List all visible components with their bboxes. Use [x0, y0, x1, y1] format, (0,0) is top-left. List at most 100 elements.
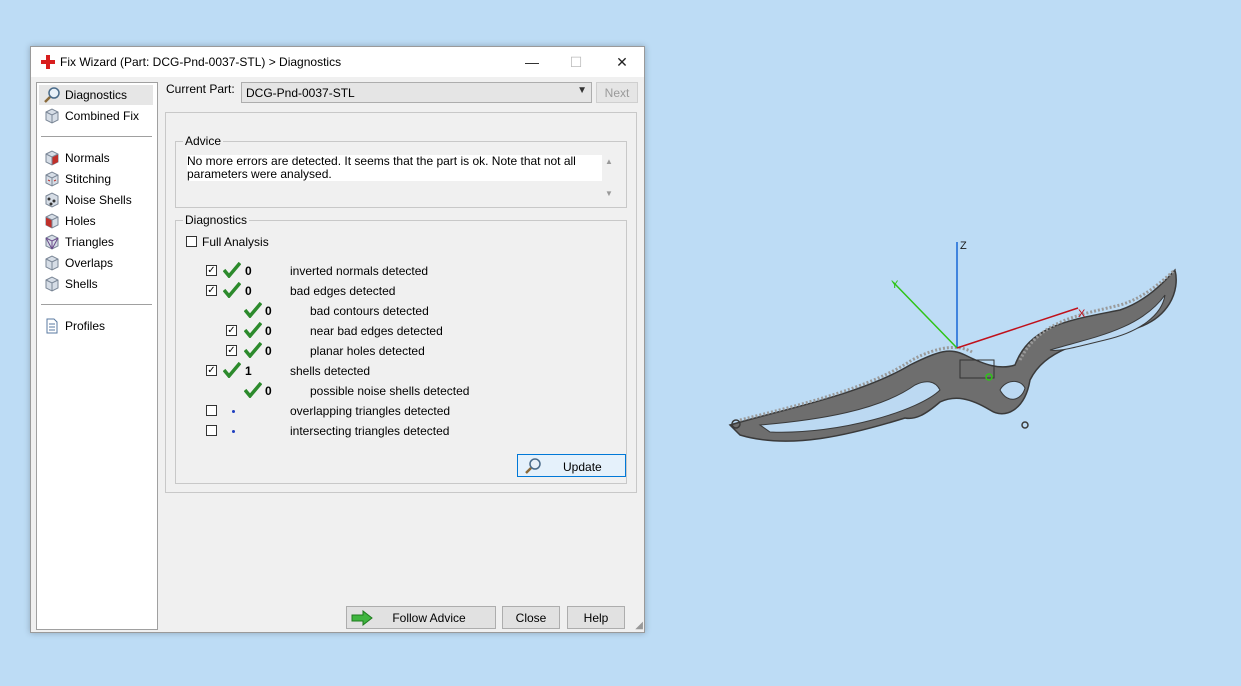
pending-dot-icon [232, 410, 235, 413]
x-axis-label: X [1078, 308, 1086, 320]
sidebar-item-label: Triangles [65, 235, 114, 249]
sidebar-divider [41, 304, 152, 305]
pending-dot-icon [232, 430, 235, 433]
scroll-up-icon[interactable]: ▲ [605, 157, 613, 166]
close-window-button[interactable]: ✕ [599, 47, 645, 77]
overlapping-triangles-checkbox[interactable] [206, 405, 217, 416]
inverted-normals-count: 0 [245, 264, 252, 278]
inverted-normals-label: inverted normals detected [290, 264, 429, 278]
bad-contours-label: bad contours detected [310, 304, 429, 318]
minimize-button[interactable]: — [509, 47, 555, 77]
noise-shells-count: 0 [265, 384, 272, 398]
bad-edges-checkbox[interactable]: ✓ [206, 285, 217, 296]
green-check-icon [223, 362, 241, 378]
window-title: Fix Wizard (Part: DCG-Pnd-0037-STL) > Di… [60, 55, 342, 69]
stitching-cube-icon [45, 171, 59, 187]
triangles-cube-icon [45, 234, 59, 250]
sidebar-item-label: Holes [65, 214, 96, 228]
follow-advice-button[interactable]: Follow Advice [346, 606, 496, 629]
sidebar-item-profiles[interactable]: Profiles [39, 316, 153, 336]
full-analysis-checkbox[interactable] [186, 236, 197, 247]
fix-wizard-window: Fix Wizard (Part: DCG-Pnd-0037-STL) > Di… [30, 46, 645, 633]
sidebar-item-noise-shells[interactable]: Noise Shells [39, 190, 153, 210]
next-button[interactable]: Next [596, 82, 638, 103]
bad-edges-count: 0 [245, 284, 252, 298]
sidebar-item-label: Stitching [65, 172, 112, 186]
planar-holes-label: planar holes detected [310, 344, 425, 358]
intersecting-triangles-label: intersecting triangles detected [290, 424, 450, 438]
diagnostics-panel: Advice No more errors are detected. It s… [165, 112, 637, 493]
advice-title: Advice [183, 134, 224, 148]
sidebar-item-holes[interactable]: Holes [39, 211, 153, 231]
sidebar: Diagnostics Combined Fix Normals Stitchi… [36, 82, 158, 630]
overlapping-triangles-label: overlapping triangles detected [290, 404, 451, 418]
shells-count: 1 [245, 364, 252, 378]
cube-icon [45, 108, 59, 124]
document-icon [46, 318, 58, 334]
sidebar-item-label: Noise Shells [65, 193, 132, 207]
planar-holes-count: 0 [265, 344, 272, 358]
sidebar-item-label: Overlaps [65, 256, 114, 270]
3d-viewport[interactable]: Z Y X [700, 220, 1200, 480]
update-label: Update [563, 460, 602, 474]
noise-shells-icon [45, 192, 59, 208]
shells-checkbox[interactable]: ✓ [206, 365, 217, 376]
bad-contours-count: 0 [265, 304, 272, 318]
help-button[interactable]: Help [567, 606, 625, 629]
planar-holes-checkbox[interactable]: ✓ [226, 345, 237, 356]
bad-edges-label: bad edges detected [290, 284, 396, 298]
green-check-icon [244, 322, 262, 338]
inverted-normals-checkbox[interactable]: ✓ [206, 265, 217, 276]
green-check-icon [223, 262, 241, 278]
diagnostics-title: Diagnostics [183, 213, 250, 227]
full-analysis-label: Full Analysis [202, 235, 269, 249]
diagnostics-group: Diagnostics Full Analysis ✓ 0 inverted n… [175, 213, 627, 484]
z-axis-label: Z [960, 240, 967, 252]
sidebar-item-diagnostics[interactable]: Diagnostics [39, 85, 153, 105]
sidebar-item-label: Shells [65, 277, 98, 291]
sidebar-item-stitching[interactable]: Stitching [39, 169, 153, 189]
close-button[interactable]: Close [502, 606, 560, 629]
sidebar-item-combined-fix[interactable]: Combined Fix [39, 106, 153, 126]
near-bad-edges-checkbox[interactable]: ✓ [226, 325, 237, 336]
shells-cube-icon [45, 276, 59, 292]
near-bad-edges-label: near bad edges detected [310, 324, 443, 338]
sidebar-item-label: Profiles [65, 319, 106, 333]
magnifier-icon [525, 458, 541, 474]
noise-shells-label: possible noise shells detected [310, 384, 470, 398]
axis-gizmo: Z Y X [891, 240, 1086, 381]
holes-cube-icon [45, 213, 59, 229]
current-part-label: Current Part: [166, 82, 235, 96]
maximize-button[interactable]: ☐ [553, 47, 599, 77]
green-check-icon [244, 342, 262, 358]
magnifier-icon [44, 87, 60, 103]
update-button[interactable]: Update [517, 454, 626, 477]
sidebar-item-label: Diagnostics [65, 88, 128, 102]
chevron-down-icon: ▼ [577, 85, 587, 96]
overlaps-cube-icon [45, 255, 59, 271]
title-bar[interactable]: Fix Wizard (Part: DCG-Pnd-0037-STL) > Di… [31, 47, 644, 77]
advice-group: Advice No more errors are detected. It s… [175, 134, 627, 208]
pendant-model [728, 268, 1177, 442]
green-arrow-icon [351, 610, 373, 626]
green-check-icon [244, 382, 262, 398]
red-cross-icon [41, 55, 55, 69]
follow-advice-label: Follow Advice [392, 610, 466, 625]
green-check-icon [223, 282, 241, 298]
current-part-dropdown[interactable]: DCG-Pnd-0037-STL ▼ [241, 82, 592, 103]
green-check-icon [244, 302, 262, 318]
current-part-value: DCG-Pnd-0037-STL [246, 86, 355, 100]
sidebar-item-shells[interactable]: Shells [39, 274, 153, 294]
scroll-down-icon[interactable]: ▼ [605, 189, 613, 198]
sidebar-item-triangles[interactable]: Triangles [39, 232, 153, 252]
sidebar-divider [41, 136, 152, 137]
y-axis-label: Y [891, 279, 899, 291]
intersecting-triangles-checkbox[interactable] [206, 425, 217, 436]
advice-text: No more errors are detected. It seems th… [187, 155, 602, 181]
sidebar-item-label: Combined Fix [65, 109, 140, 123]
shells-label: shells detected [290, 364, 371, 378]
sidebar-item-overlaps[interactable]: Overlaps [39, 253, 153, 273]
resize-grip-icon[interactable]: ◢ [635, 620, 643, 631]
sidebar-item-label: Normals [65, 151, 110, 165]
sidebar-item-normals[interactable]: Normals [39, 148, 153, 168]
